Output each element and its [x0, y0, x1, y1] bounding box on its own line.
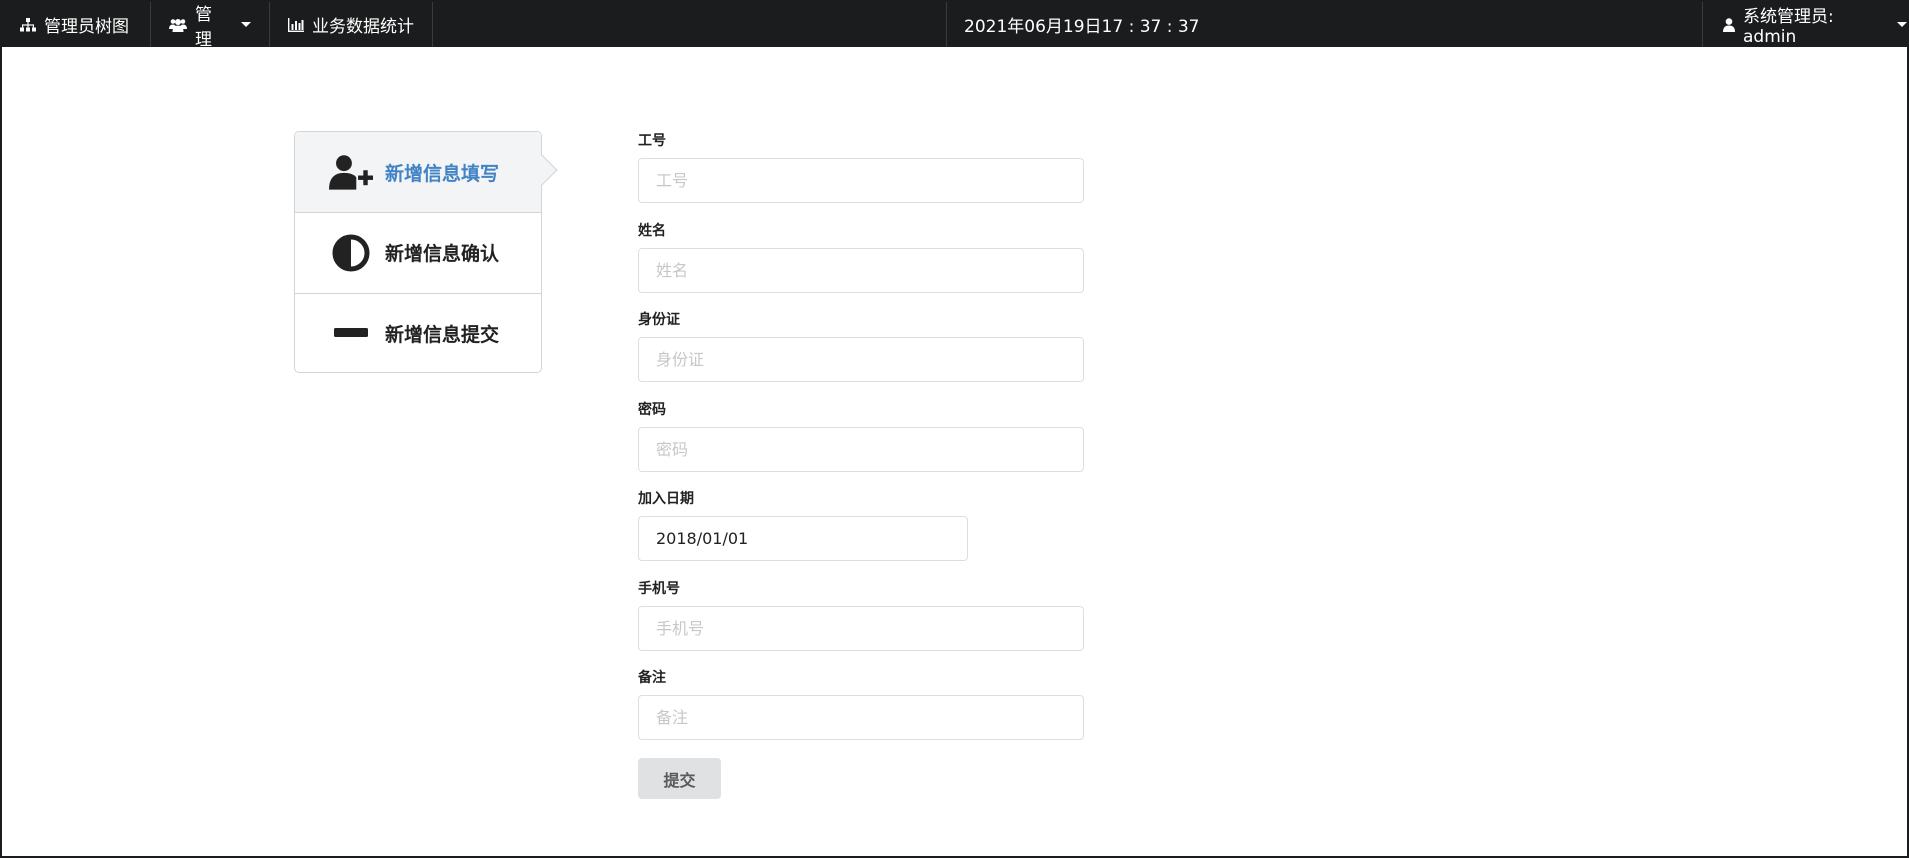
bar-chart-icon: [288, 17, 304, 32]
id-card-input[interactable]: [638, 337, 1084, 382]
step-title: 新增信息确认: [385, 243, 500, 265]
step-submit-info[interactable]: 新增信息提交: [295, 293, 541, 373]
field-label: 工号: [638, 133, 666, 149]
field-password: 密码: [638, 401, 1084, 472]
step-active-pointer: [526, 154, 558, 186]
user-icon: [1723, 17, 1735, 32]
field-join-date: 加入日期: [638, 490, 968, 561]
name-input[interactable]: [638, 248, 1084, 293]
current-datetime: 2021年06月19日17 : 37 : 37: [964, 17, 1200, 37]
nav-admin-tree-label: 管理员树图: [44, 17, 129, 37]
field-label: 备注: [638, 670, 666, 686]
field-label: 手机号: [638, 581, 680, 597]
sitemap-icon: [20, 17, 36, 32]
caret-down-icon: [1897, 22, 1907, 27]
caret-down-icon: [241, 22, 251, 27]
adjust-icon: [329, 234, 373, 272]
step-confirm-info[interactable]: 新增信息确认: [295, 212, 541, 292]
nav-business-stats[interactable]: 业务数据统计: [270, 2, 432, 47]
minus-icon: [329, 324, 373, 344]
field-id-card: 身份证: [638, 311, 1084, 382]
field-remark: 备注: [638, 669, 1084, 740]
field-label: 姓名: [638, 223, 666, 239]
employee-id-input[interactable]: [638, 158, 1084, 203]
remark-input[interactable]: [638, 695, 1084, 740]
nav-admin-tree[interactable]: 管理员树图: [2, 2, 150, 47]
submit-button[interactable]: 提交: [638, 758, 721, 799]
field-employee-id: 工号: [638, 132, 1084, 203]
password-input[interactable]: [638, 427, 1084, 472]
nav-divider: [946, 2, 947, 47]
nav-manage-dropdown[interactable]: 管理: [151, 2, 269, 50]
user-menu-dropdown[interactable]: 系统管理员: admin: [1703, 2, 1907, 47]
nav-manage-label: 管理: [195, 4, 212, 50]
field-label: 身份证: [638, 312, 680, 328]
top-navbar: 管理员树图 管理 业务数据统计 2021年06月19日17: 37: 37 …: [2, 2, 1907, 50]
phone-input[interactable]: [638, 606, 1084, 651]
join-date-input[interactable]: [638, 516, 968, 561]
nav-divider: [432, 2, 433, 47]
steps-panel: 新增信息填写 新增信息确认 新增信息提交: [294, 131, 558, 373]
step-title: 新增信息提交: [385, 324, 500, 346]
users-icon: [169, 18, 187, 32]
field-label: 加入日期: [638, 491, 694, 507]
user-label: 系统管理员: admin: [1743, 7, 1834, 47]
field-name: 姓名: [638, 222, 1084, 293]
step-fill-info[interactable]: 新增信息填写: [295, 132, 558, 212]
add-user-icon: [329, 152, 373, 192]
field-phone: 手机号: [638, 580, 1084, 651]
nav-business-stats-label: 业务数据统计: [312, 17, 414, 37]
step-title: 新增信息填写: [385, 162, 500, 185]
field-label: 密码: [638, 402, 666, 418]
